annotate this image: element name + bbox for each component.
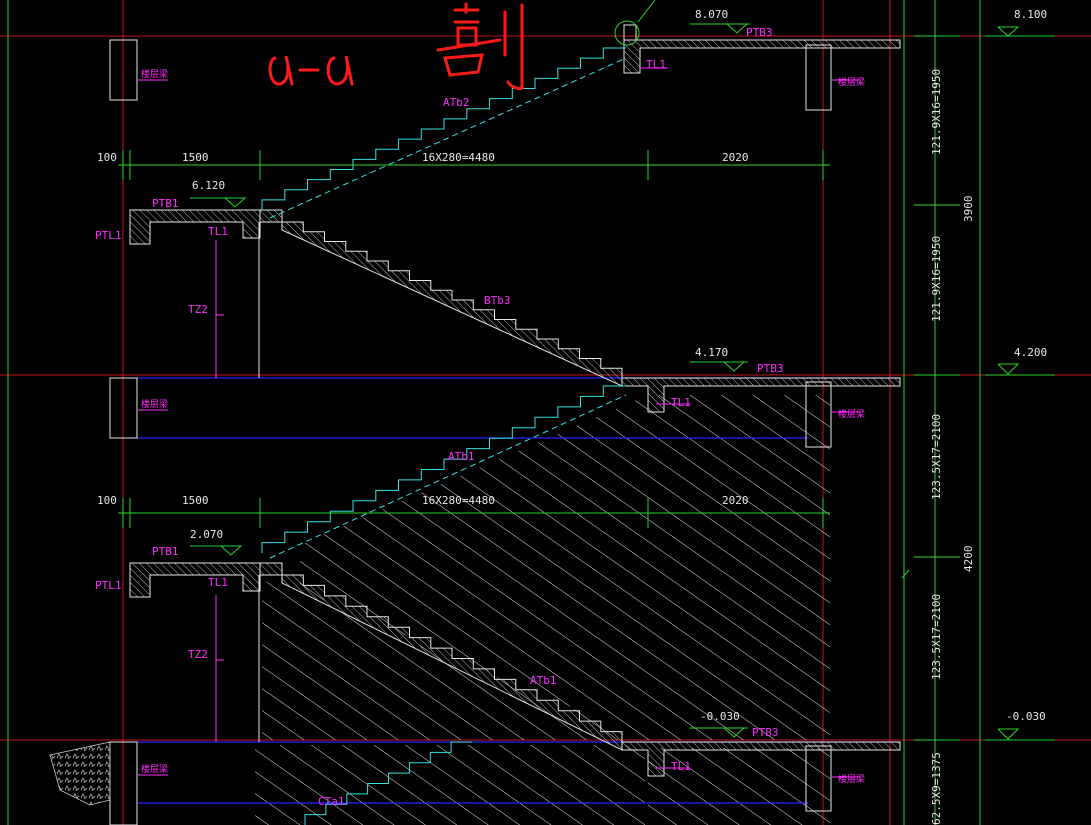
label-ptl1-upper: PTL1: [95, 229, 122, 242]
elevation-minus-0030-right: -0.030: [1006, 710, 1046, 723]
label-tl1-upper: TL1: [208, 225, 228, 238]
label-ptb1-lower: PTB1: [152, 545, 179, 558]
dim-flight-5: 62.5X9=1375: [930, 752, 943, 825]
earth-fill: [49, 741, 111, 806]
label-tz2-lower: TZ2: [188, 648, 208, 661]
label-ptb1-upper: PTB1: [152, 197, 179, 210]
dim-lower-2020: 2020: [722, 494, 749, 507]
handwritten-title-sketch: [268, 2, 524, 90]
dim-lower-100: 100: [97, 494, 117, 507]
label-tl1-top: TL1: [646, 58, 666, 71]
label-ptb3-mid: PTB3: [757, 362, 784, 375]
label-atb2: ATb2: [443, 96, 470, 109]
wall-label-1: 楼层梁: [141, 68, 168, 80]
label-ptl1-lower: PTL1: [95, 579, 122, 592]
label-ptb3-bottom: PTB3: [752, 726, 779, 739]
dim-flight-4: 123.5X17=2100: [930, 594, 943, 680]
label-tz2-upper: TZ2: [188, 303, 208, 316]
label-atb1-lower: ATb1: [530, 674, 557, 687]
elevation-4170: 4.170: [695, 346, 728, 359]
elevation-4200: 4.200: [1014, 346, 1047, 359]
dim-lower-1500: 1500: [182, 494, 209, 507]
stair-section-drawing: 8.070 8.100 4.200 -0.030 6.120 4.170 2.0…: [0, 0, 1091, 825]
dim-flight-1: 121.9X16=1950: [930, 69, 943, 155]
elevation-6120: 6.120: [192, 179, 225, 192]
elevation-8100: 8.100: [1014, 8, 1047, 21]
dim-upper-1500: 1500: [182, 151, 209, 164]
flight-atb2: [261, 47, 627, 219]
elevation-minus-0030: -0.030: [700, 710, 740, 723]
wall-label-2: 楼层梁: [141, 398, 168, 410]
dim-flight-3: 123.5X17=2100: [930, 414, 943, 500]
dim-upper-100: 100: [97, 151, 117, 164]
dim-lower-run: 16X280=4480: [422, 494, 495, 507]
label-atb1-upper: ATb1: [448, 450, 475, 463]
wall-label-5: 楼层梁: [838, 408, 865, 420]
dim-upper-run: 16X280=4480: [422, 151, 495, 164]
elevation-8070: 8.070: [695, 8, 728, 21]
label-btb3: BTb3: [484, 294, 511, 307]
wall-label-3: 楼层梁: [141, 763, 168, 775]
wall-label-4: 楼层梁: [838, 76, 865, 88]
flight-btb3: [281, 221, 623, 387]
wall-label-6: 楼层梁: [838, 773, 865, 785]
label-tl1-lower: TL1: [208, 576, 228, 589]
label-tl1-mid: TL1: [671, 396, 691, 409]
label-tl1-bottom: TL1: [671, 760, 691, 773]
dim-flight-2: 121.9X16=1950: [930, 236, 943, 322]
dim-upper-2020: 2020: [722, 151, 749, 164]
dim-total-4200: 4200: [962, 546, 975, 573]
dim-total-3900: 3900: [962, 196, 975, 223]
elevation-2070: 2.070: [190, 528, 223, 541]
label-cta1: CTa1: [318, 795, 345, 808]
label-ptb3-top: PTB3: [746, 26, 773, 39]
